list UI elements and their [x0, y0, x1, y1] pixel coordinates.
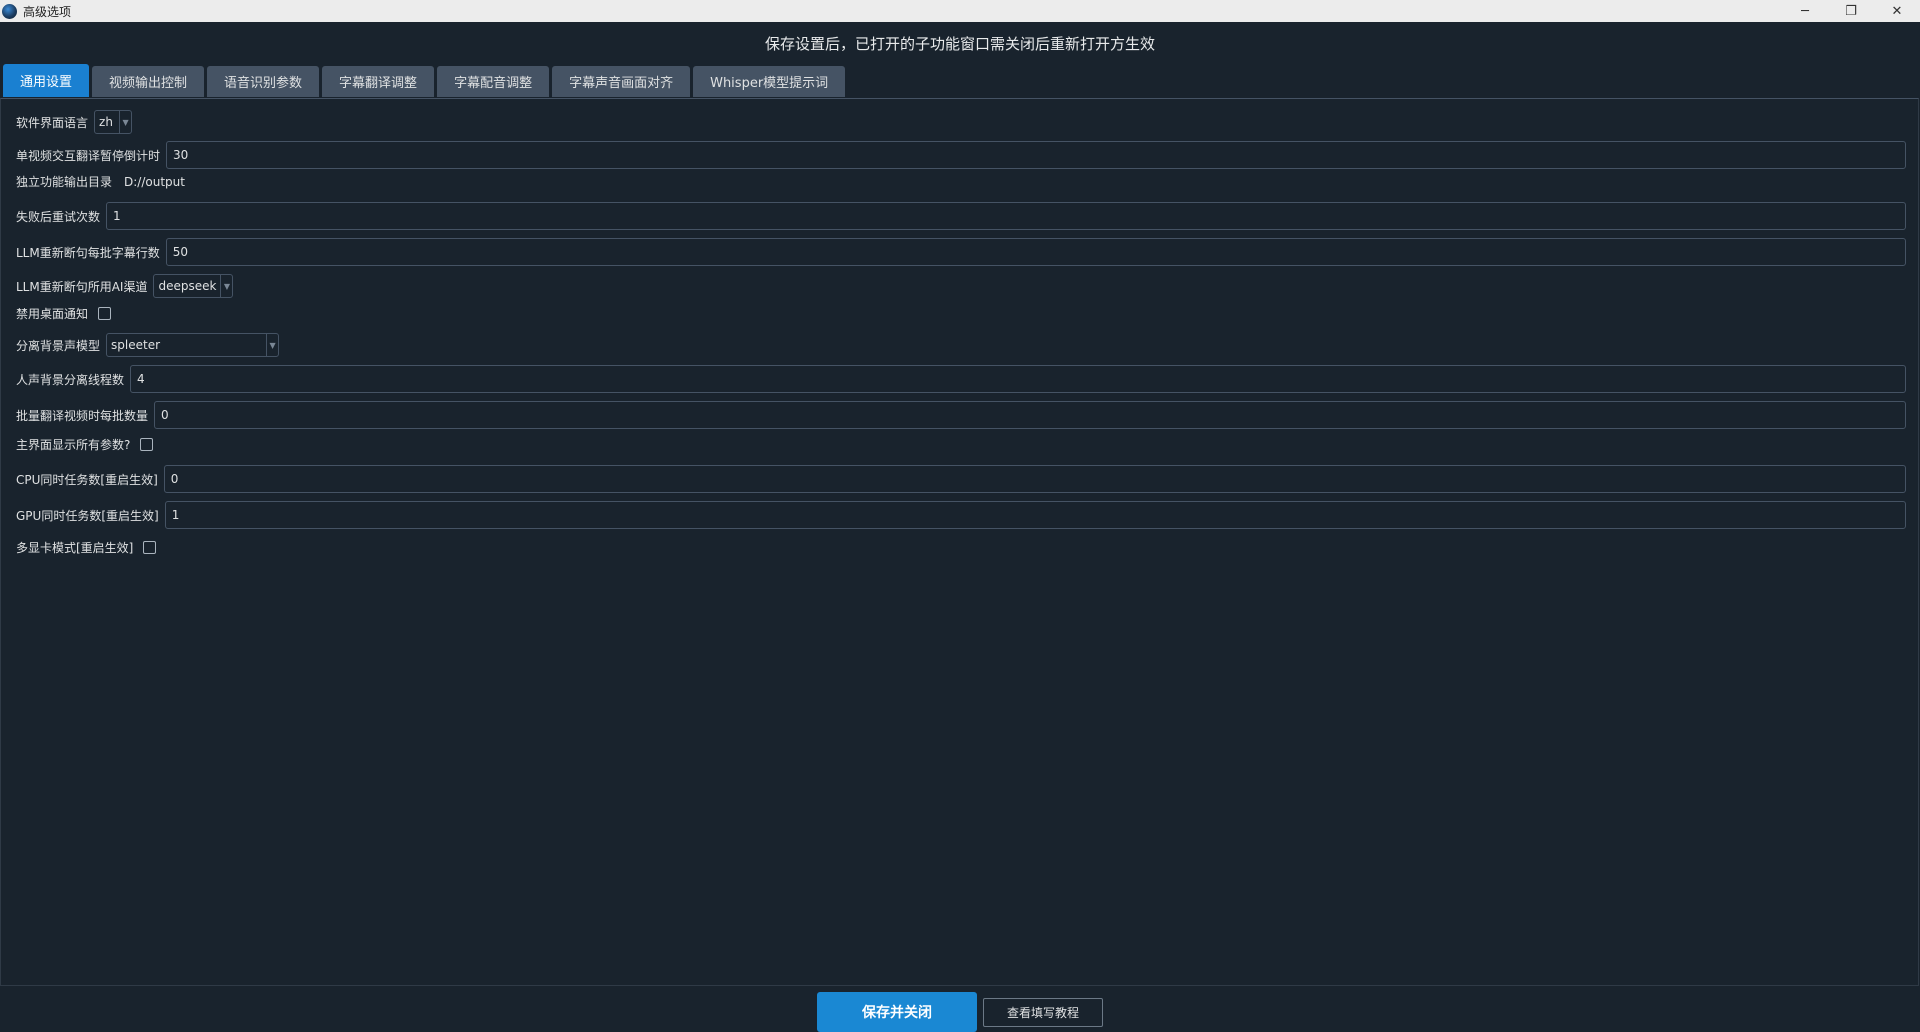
settings-panel: 软件界面语言 zh ▼ 单视频交互翻译暂停倒计时 30 独立功能输出目录 D:/…: [0, 98, 1919, 986]
disable-notify-checkbox[interactable]: [98, 307, 112, 320]
llm-lines-row: LLM重新断句每批字幕行数 50: [16, 238, 1906, 266]
tab-subtitle-alignment[interactable]: 字幕声音画面对齐: [552, 66, 691, 97]
chevron-down-icon: ▼: [266, 334, 278, 356]
ui-language-select[interactable]: zh ▼: [94, 110, 133, 134]
countdown-input[interactable]: 30: [166, 141, 1906, 169]
show-all-label: 主界面显示所有参数?: [16, 438, 131, 452]
llm-channel-select[interactable]: deepseek ▼: [153, 274, 234, 298]
app-logo-icon: [2, 3, 17, 19]
gpu-tasks-row: GPU同时任务数[重启生效] 1: [16, 501, 1906, 529]
cpu-tasks-input[interactable]: 0: [163, 465, 1906, 493]
tab-speech-recognition[interactable]: 语音识别参数: [207, 66, 320, 97]
batch-count-input[interactable]: 0: [154, 401, 1906, 429]
gpu-tasks-label: GPU同时任务数[重启生效]: [16, 508, 159, 523]
window-controls: ─ ❐ ✕: [1782, 0, 1920, 22]
tutorial-button[interactable]: 查看填写教程: [983, 998, 1103, 1027]
ui-language-value: zh: [99, 115, 113, 129]
ui-language-row: 软件界面语言 zh ▼: [16, 110, 1906, 134]
settings-notice: 保存设置后，已打开的子功能窗口需关闭后重新打开方生效: [764, 35, 1155, 53]
sep-model-value: spleeter: [111, 338, 161, 352]
batch-count-row: 批量翻译视频时每批数量 0: [16, 401, 1906, 429]
disable-notify-row: 禁用桌面通知: [16, 305, 1906, 322]
countdown-row: 单视频交互翻译暂停倒计时 30: [16, 141, 1906, 169]
cpu-tasks-row: CPU同时任务数[重启生效] 0: [16, 465, 1906, 493]
gpu-tasks-input[interactable]: 1: [164, 501, 1906, 529]
tab-video-output[interactable]: 视频输出控制: [92, 66, 205, 97]
output-dir-value[interactable]: D://output: [124, 175, 185, 189]
llm-channel-row: LLM重新断句所用AI渠道 deepseek ▼: [16, 274, 1906, 298]
disable-notify-label: 禁用桌面通知: [16, 307, 89, 321]
retry-input[interactable]: 1: [106, 202, 1906, 230]
save-and-close-button[interactable]: 保存并关闭: [817, 992, 977, 1032]
sep-threads-row: 人声背景分离线程数 4: [16, 365, 1906, 393]
countdown-label: 单视频交互翻译暂停倒计时: [16, 148, 161, 163]
tab-general[interactable]: 通用设置: [3, 64, 90, 97]
sep-model-select[interactable]: spleeter ▼: [106, 333, 280, 357]
cpu-tasks-label: CPU同时任务数[重启生效]: [16, 472, 158, 487]
multi-gpu-label: 多显卡模式[重启生效]: [16, 541, 134, 555]
llm-channel-value: deepseek: [158, 279, 217, 293]
sep-threads-input[interactable]: 4: [130, 365, 1906, 393]
close-icon[interactable]: ✕: [1874, 0, 1920, 22]
multi-gpu-row: 多显卡模式[重启生效]: [16, 539, 1906, 556]
restore-icon[interactable]: ❐: [1828, 0, 1874, 22]
retry-label: 失败后重试次数: [16, 209, 101, 224]
ui-language-label: 软件界面语言: [16, 115, 89, 130]
show-all-row: 主界面显示所有参数?: [16, 436, 1906, 453]
window-title: 高级选项: [23, 4, 72, 19]
sep-model-row: 分离背景声模型 spleeter ▼: [16, 333, 1906, 357]
retry-row: 失败后重试次数 1: [16, 202, 1906, 230]
llm-lines-label: LLM重新断句每批字幕行数: [16, 245, 160, 260]
tab-whisper-prompt[interactable]: Whisper模型提示词: [693, 66, 846, 97]
minimize-icon[interactable]: ─: [1782, 0, 1828, 22]
tab-bar: 通用设置 视频输出控制 语音识别参数 字幕翻译调整 字幕配音调整 字幕声音画面对…: [3, 64, 848, 97]
output-dir-row: 独立功能输出目录 D://output: [16, 173, 1906, 190]
chevron-down-icon: ▼: [220, 275, 232, 297]
title-bar: 高级选项 ─ ❐ ✕: [0, 0, 1920, 22]
tab-subtitle-dubbing[interactable]: 字幕配音调整: [437, 66, 550, 97]
output-dir-label: 独立功能输出目录: [16, 175, 113, 189]
chevron-down-icon: ▼: [119, 111, 131, 133]
sep-threads-label: 人声背景分离线程数: [16, 372, 125, 387]
batch-count-label: 批量翻译视频时每批数量: [16, 408, 149, 423]
show-all-checkbox[interactable]: [140, 438, 154, 451]
sep-model-label: 分离背景声模型: [16, 338, 101, 353]
llm-lines-input[interactable]: 50: [165, 238, 1906, 266]
multi-gpu-checkbox[interactable]: [143, 541, 157, 554]
llm-channel-label: LLM重新断句所用AI渠道: [16, 279, 148, 294]
tab-subtitle-translation[interactable]: 字幕翻译调整: [322, 66, 435, 97]
